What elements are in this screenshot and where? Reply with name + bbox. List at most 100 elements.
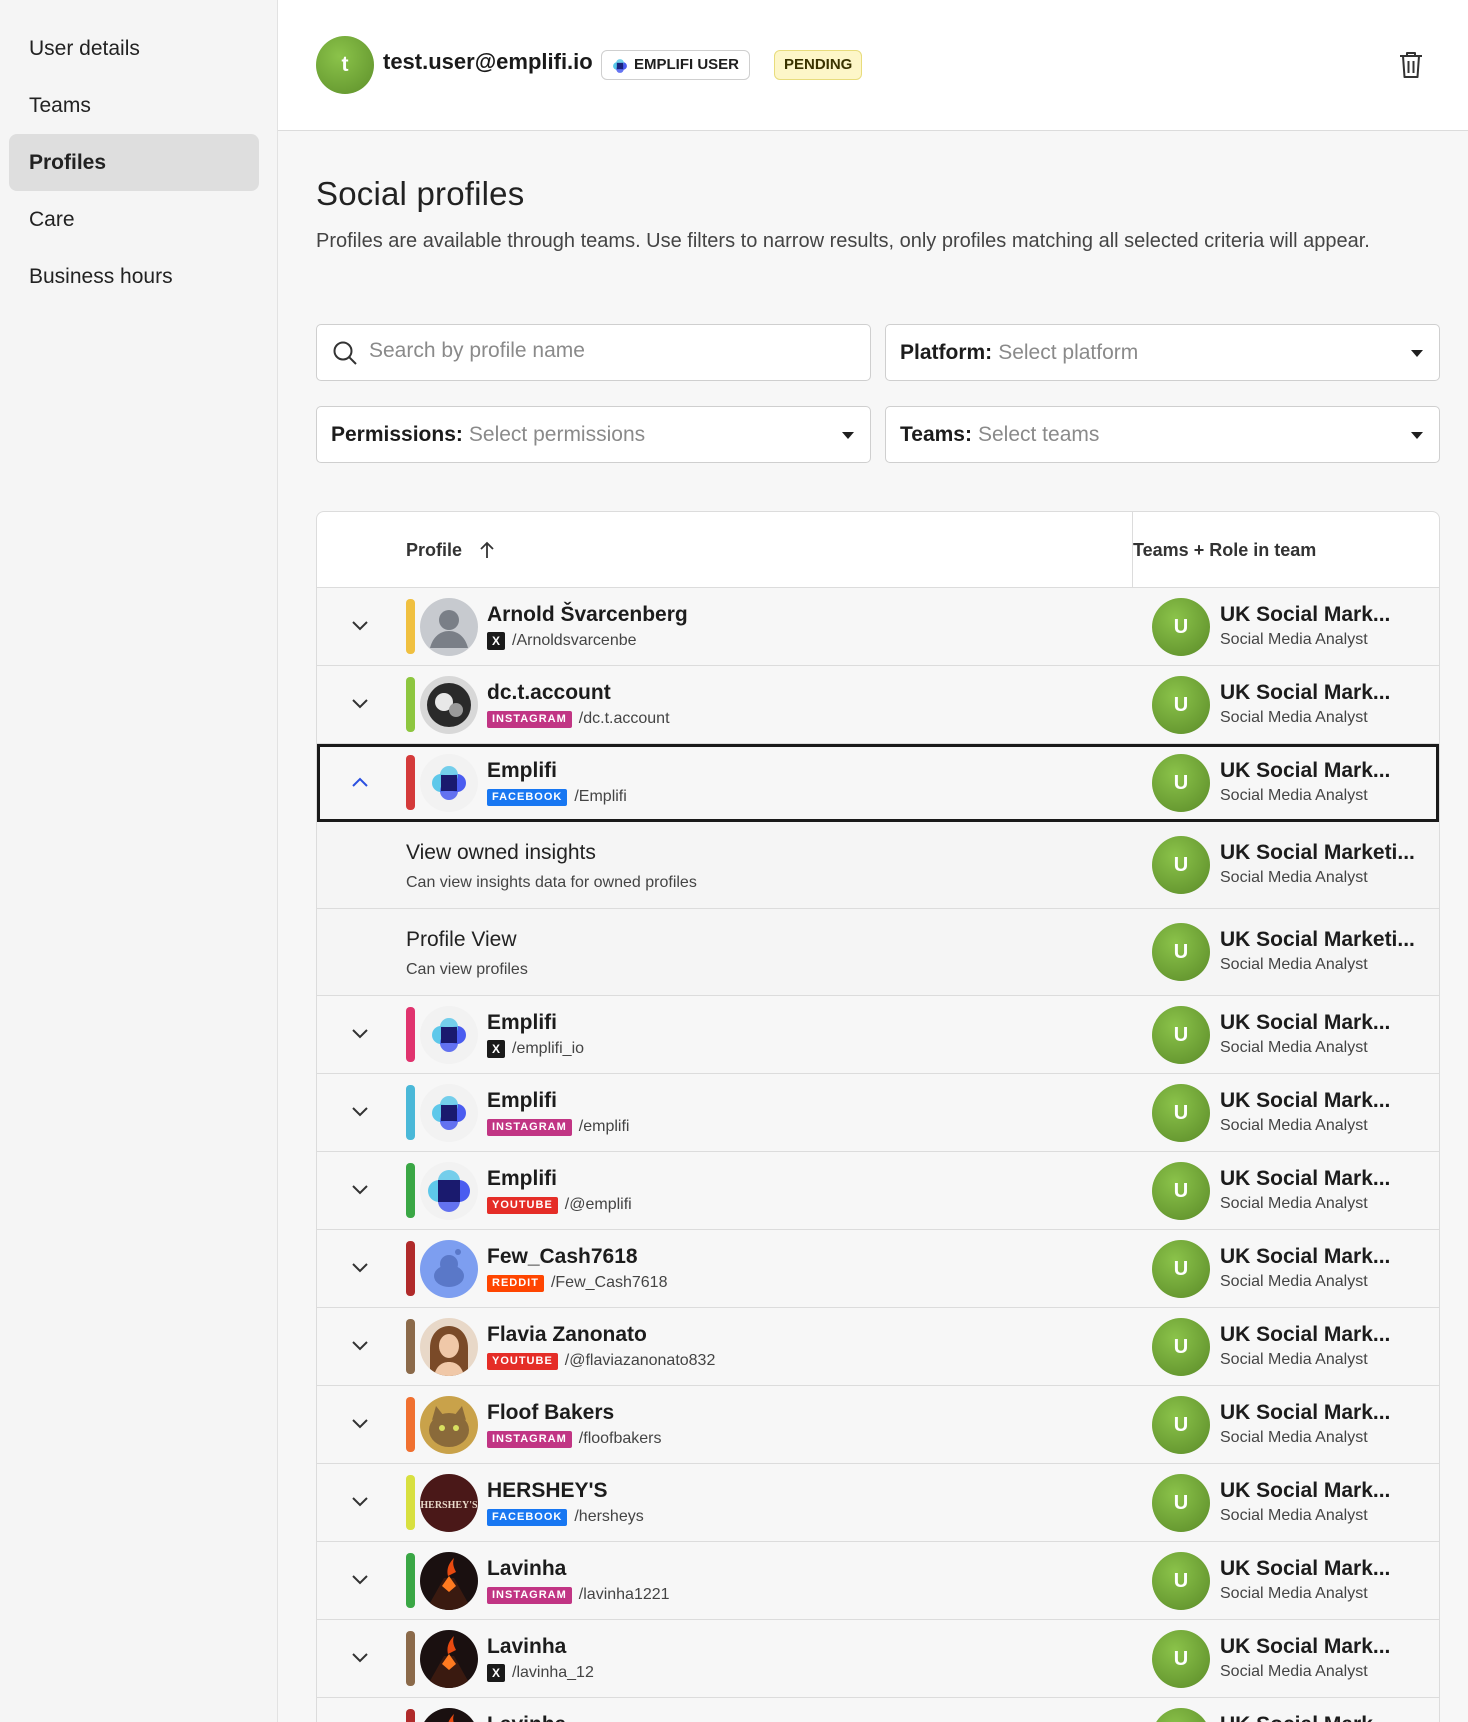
team-avatar: U bbox=[1152, 598, 1210, 656]
chevron-down-icon[interactable] bbox=[351, 1652, 369, 1664]
profile-color-label bbox=[406, 1397, 415, 1452]
profile-handle-line: FACEBOOK/hersheys bbox=[487, 1507, 644, 1527]
chevron-down-icon[interactable] bbox=[351, 698, 369, 710]
table-row[interactable]: Few_Cash7618 REDDIT/Few_Cash7618 U UK Socia… bbox=[317, 1230, 1439, 1308]
status-badge: PENDING bbox=[774, 50, 863, 80]
team-cell: U UK Social Mark... Social Media Analyst bbox=[1133, 996, 1439, 1073]
team-role: Social Media Analyst bbox=[1220, 631, 1368, 648]
profile-avatar bbox=[420, 1084, 478, 1142]
team-avatar: U bbox=[1152, 1396, 1210, 1454]
team-role: Social Media Analyst bbox=[1220, 1585, 1368, 1602]
trash-icon[interactable] bbox=[1398, 50, 1424, 80]
team-avatar: U bbox=[1152, 1552, 1210, 1610]
table-row[interactable]: Lavinha U UK Social Mark... bbox=[317, 1698, 1439, 1722]
profile-color-label bbox=[406, 1319, 415, 1374]
profile-color-label bbox=[406, 1085, 415, 1140]
team-role: Social Media Analyst bbox=[1220, 956, 1368, 973]
table-row[interactable]: Flavia Zanonato YOUTUBE /@flaviazanonato83… bbox=[317, 1308, 1439, 1386]
team-cell: U UK Social Mark... Social Media Analyst bbox=[1133, 1230, 1439, 1307]
chevron-down-icon[interactable] bbox=[351, 1574, 369, 1586]
profile-handle-line: REDDIT/Few_Cash7618 bbox=[487, 1273, 667, 1293]
team-cell: U UK Social Mark... Social Media Analyst bbox=[1133, 1464, 1439, 1541]
profile-name: Emplifi bbox=[487, 1089, 558, 1112]
team-cell: U UK Social Marketi... Social Media Analys… bbox=[1133, 822, 1439, 908]
profile-name: Lavinha bbox=[487, 1713, 566, 1722]
table-row[interactable]: Emplifi INSTAGRAM/emplifi U UK Social Mark.… bbox=[317, 1074, 1439, 1152]
table-row[interactable]: Emplifi FACEBOOK/Emplifi U UK Social Mark..… bbox=[317, 744, 1439, 822]
caret-down-icon bbox=[1411, 432, 1423, 439]
chevron-down-icon[interactable] bbox=[351, 1184, 369, 1196]
platform-placeholder: Select platform bbox=[998, 341, 1139, 364]
profile-handle-line: YOUTUBE /@emplifi bbox=[487, 1195, 632, 1215]
table-row[interactable]: HERSHEY'S HERSHEY'S FACEBOOK/hersheys U UK S… bbox=[317, 1464, 1439, 1542]
column-header-teams: Teams + Role in team bbox=[1133, 540, 1317, 560]
team-role: Social Media Analyst bbox=[1220, 1195, 1368, 1212]
search-input[interactable] bbox=[369, 339, 839, 363]
sidebar-item-user-details[interactable]: User details bbox=[9, 20, 259, 77]
table-row[interactable]: Floof Bakers INSTAGRAM/floofbakers U UK Soc… bbox=[317, 1386, 1439, 1464]
team-name: UK Social Mark... bbox=[1220, 681, 1391, 704]
table-row[interactable]: Emplifi X/emplifi_io U UK Social Mark... Soc… bbox=[317, 996, 1439, 1074]
teams-placeholder: Select teams bbox=[977, 423, 1100, 446]
team-name: UK Social Marketi... bbox=[1220, 928, 1415, 951]
profile-avatar bbox=[420, 1240, 478, 1298]
chevron-down-icon[interactable] bbox=[351, 1106, 369, 1118]
team-cell: U UK Social Mark... Social Media Analyst bbox=[1133, 744, 1439, 821]
chevron-down-icon[interactable] bbox=[351, 1262, 369, 1274]
platform-select[interactable]: Platform: Select platform bbox=[885, 324, 1440, 381]
sidebar-item-care[interactable]: Care bbox=[9, 191, 259, 248]
profile-color-label bbox=[406, 1163, 415, 1218]
profile-color-label bbox=[406, 1553, 415, 1608]
profile-handle: /dc.t.account bbox=[578, 710, 670, 727]
user-header: t test.user@emplifi.io EMPLIFI USER PEND… bbox=[278, 0, 1468, 131]
profile-handle: /lavinha_12 bbox=[512, 1664, 594, 1681]
table-row[interactable]: dc.t.account INSTAGRAM/dc.t.account U UK So… bbox=[317, 666, 1439, 744]
team-role: Social Media Analyst bbox=[1220, 1117, 1368, 1134]
team-avatar: U bbox=[1152, 1162, 1210, 1220]
profile-handle-line: X/lavinha_12 bbox=[487, 1663, 594, 1683]
team-cell: U UK Social Mark... Social Media Analyst bbox=[1133, 1074, 1439, 1151]
profile-avatar bbox=[420, 676, 478, 734]
sidebar-item-teams[interactable]: Teams bbox=[9, 77, 259, 134]
teams-select[interactable]: Teams: Select teams bbox=[885, 406, 1440, 463]
search-field[interactable] bbox=[316, 324, 871, 381]
team-name: UK Social Mark... bbox=[1220, 1323, 1391, 1346]
chevron-down-icon[interactable] bbox=[351, 1028, 369, 1040]
column-header-profile[interactable]: Profile bbox=[406, 540, 462, 561]
chevron-down-icon[interactable] bbox=[351, 1418, 369, 1430]
chevron-down-icon[interactable] bbox=[351, 1496, 369, 1508]
team-cell: U UK Social Mark... Social Media Analyst bbox=[1133, 1386, 1439, 1463]
chevron-up-icon[interactable] bbox=[351, 776, 369, 788]
x-platform-icon: X bbox=[487, 1040, 505, 1058]
table-header: Profile Teams + Role in team bbox=[317, 512, 1439, 588]
profile-name: Arnold Švarcenberg bbox=[487, 603, 688, 626]
team-role: Social Media Analyst bbox=[1220, 787, 1368, 804]
table-row[interactable]: Lavinha X/lavinha_12 U UK Social Mark... Soc… bbox=[317, 1620, 1439, 1698]
profile-name: dc.t.account bbox=[487, 681, 611, 704]
profile-avatar bbox=[420, 1708, 478, 1722]
team-avatar: U bbox=[1152, 1630, 1210, 1688]
sidebar-item-profiles[interactable]: Profiles bbox=[9, 134, 259, 191]
profile-handle: /lavinha1221 bbox=[578, 1586, 670, 1603]
profile-avatar bbox=[420, 1162, 478, 1220]
permissions-select[interactable]: Permissions: Select permissions bbox=[316, 406, 871, 463]
profile-handle: /floofbakers bbox=[578, 1430, 662, 1447]
table-row[interactable]: Emplifi YOUTUBE /@emplifi U UK Social Mark..… bbox=[317, 1152, 1439, 1230]
chevron-down-icon[interactable] bbox=[351, 620, 369, 632]
team-avatar: U bbox=[1152, 1318, 1210, 1376]
chevron-down-icon[interactable] bbox=[351, 1340, 369, 1352]
platform-tag: INSTAGRAM bbox=[487, 1430, 572, 1448]
team-cell: U UK Social Mark... Social Media Analyst bbox=[1133, 588, 1439, 665]
team-name: UK Social Mark... bbox=[1220, 759, 1391, 782]
team-role: Social Media Analyst bbox=[1220, 1351, 1368, 1368]
sort-ascending-icon[interactable] bbox=[479, 541, 495, 559]
team-name: UK Social Mark... bbox=[1220, 1479, 1391, 1502]
team-cell: U UK Social Mark... Social Media Analyst bbox=[1133, 1542, 1439, 1619]
table-row[interactable]: Arnold Švarcenberg X/Arnoldsvarcenbe U UK S… bbox=[317, 588, 1439, 666]
profile-handle: /Emplifi bbox=[574, 788, 627, 805]
sidebar-item-business-hours[interactable]: Business hours bbox=[9, 248, 259, 305]
page-title: Social profiles bbox=[316, 175, 525, 212]
x-platform-icon: X bbox=[487, 1664, 505, 1682]
profile-name: HERSHEY'S bbox=[487, 1479, 608, 1502]
table-row[interactable]: Lavinha INSTAGRAM/lavinha1221 U UK Social M… bbox=[317, 1542, 1439, 1620]
